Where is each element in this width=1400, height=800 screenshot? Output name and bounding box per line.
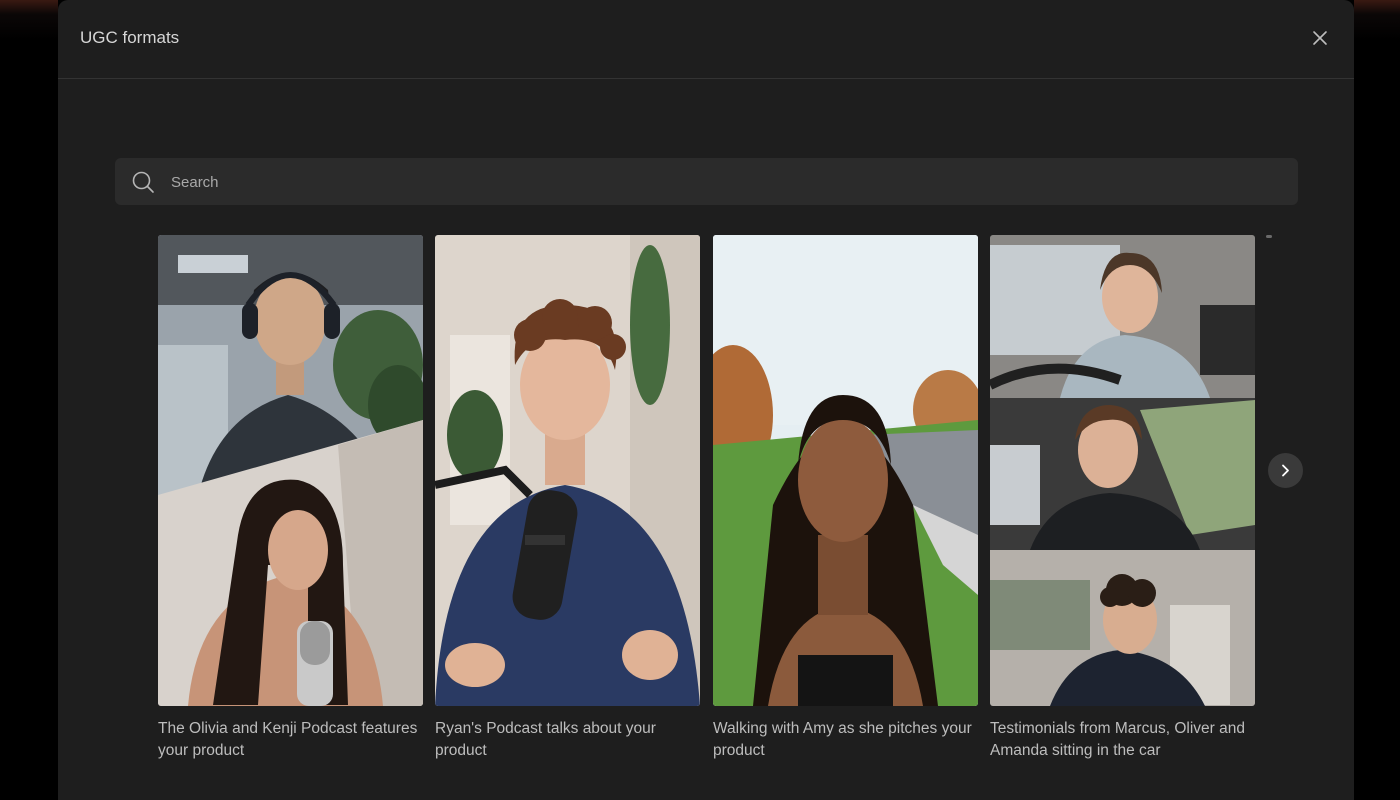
carousel-next-button[interactable] [1268,453,1303,488]
search-icon [132,171,154,193]
card-thumbnail [158,235,423,706]
close-icon [1313,31,1327,45]
card-thumbnail [713,235,978,706]
format-card-car-testimonials[interactable]: Testimonials from Marcus, Oliver and Ama… [990,235,1255,762]
card-caption: The Olivia and Kenji Podcast features yo… [158,720,418,759]
format-card-ryan-podcast[interactable]: Ryan's Podcast talks about your product [435,235,700,762]
backdrop-left [0,0,58,800]
modal-title: UGC formats [80,28,180,47]
close-button[interactable] [1308,26,1332,50]
ugc-formats-modal: UGC formats Search The Olivia and Kenji … [58,0,1354,800]
search-input[interactable] [169,158,1283,207]
modal-header: UGC formats [58,0,1354,79]
card-caption: Testimonials from Marcus, Oliver and Ama… [990,720,1245,759]
chevron-right-icon [1282,464,1289,477]
backdrop-right [1354,0,1400,800]
card-caption: Ryan's Podcast talks about your product [435,720,656,759]
format-card-olivia-kenji[interactable]: The Olivia and Kenji Podcast features yo… [158,235,423,762]
next-card-peek [1266,235,1272,238]
card-thumbnail [990,235,1255,706]
card-thumbnail [435,235,700,706]
format-card-amy-walking[interactable]: Walking with Amy as she pitches your pro… [713,235,978,762]
search-bar[interactable] [115,158,1298,207]
card-caption: Walking with Amy as she pitches your pro… [713,720,972,759]
